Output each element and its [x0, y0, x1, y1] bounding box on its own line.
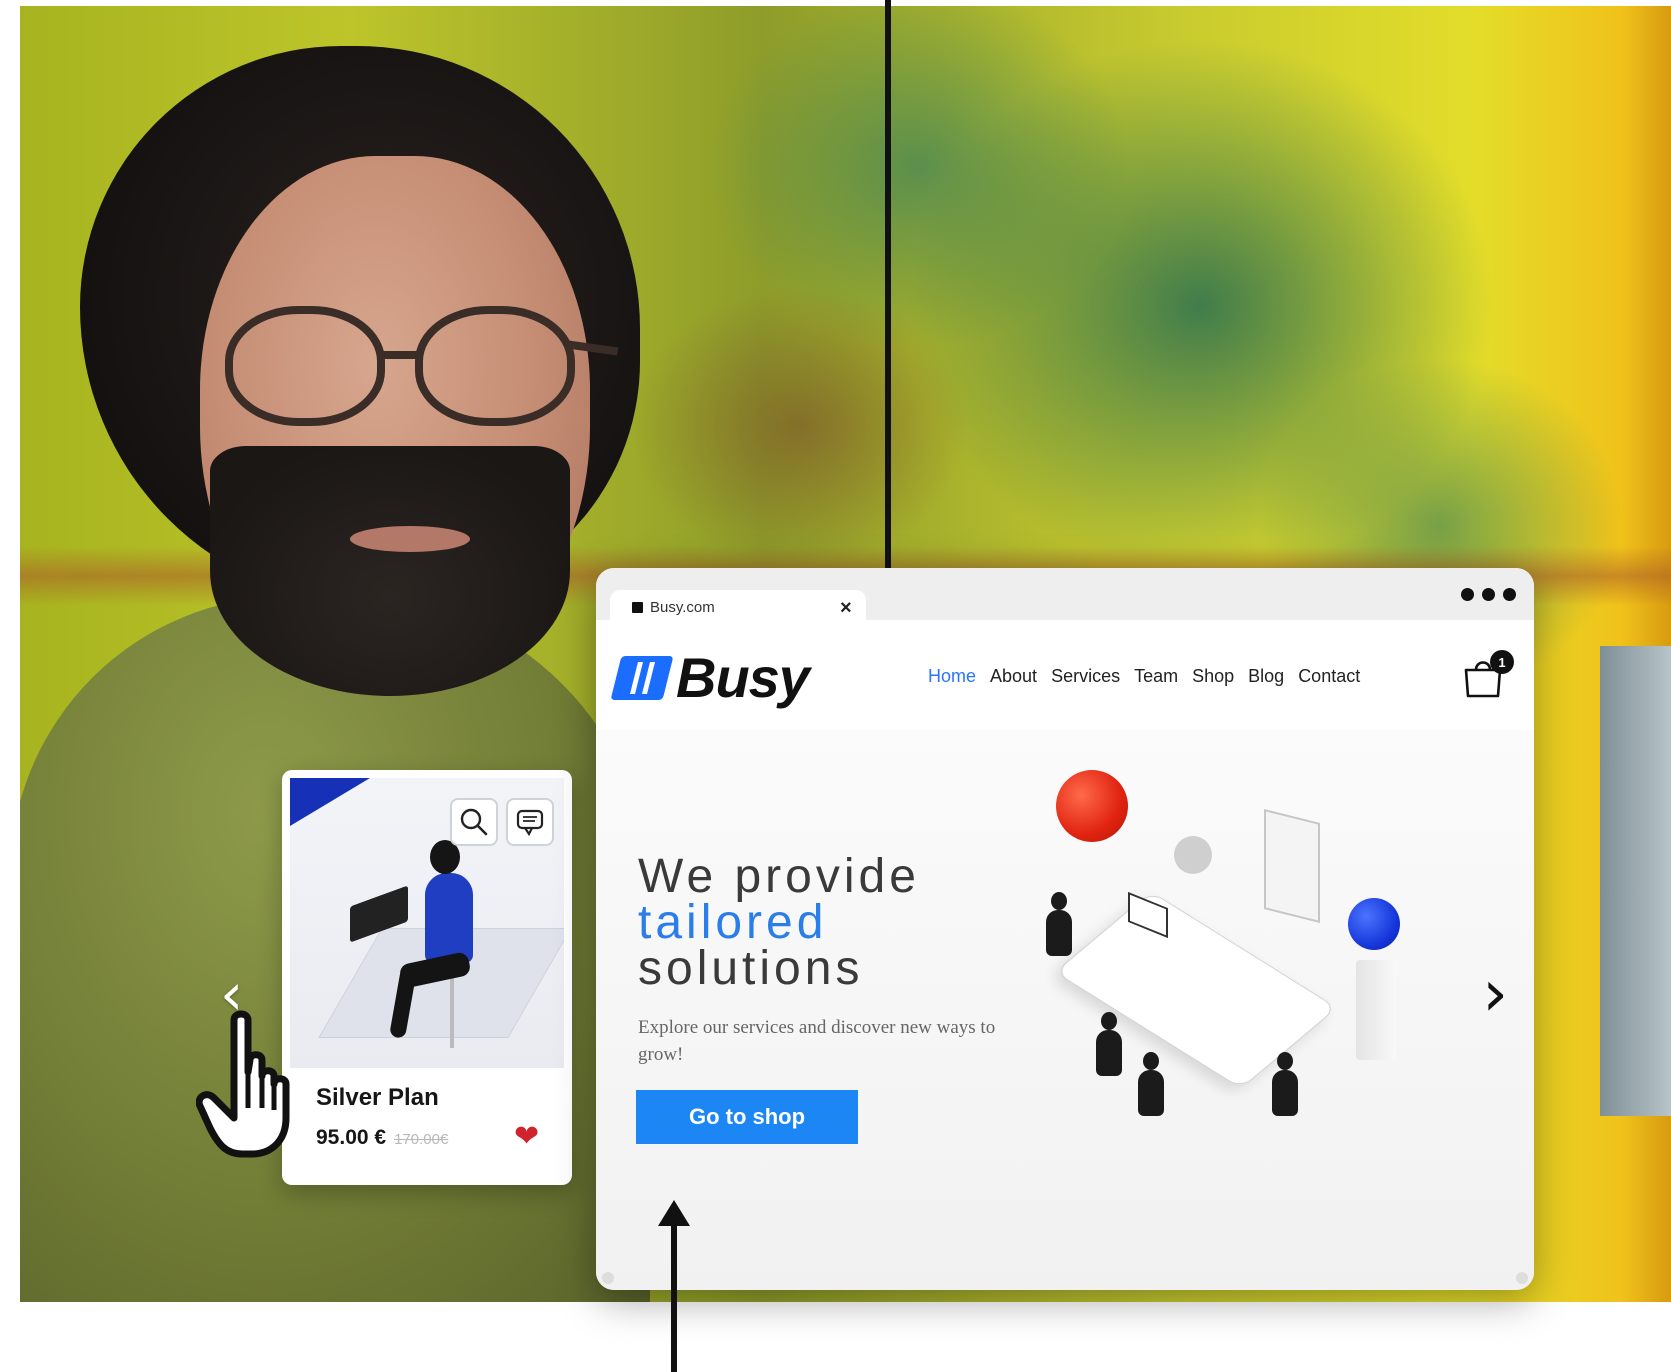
- glasses-bridge: [377, 351, 421, 359]
- main-nav: Home About Services Team Shop Blog Conta…: [928, 666, 1360, 687]
- product-title[interactable]: Silver Plan: [316, 1084, 439, 1112]
- illustration-worker: [1096, 1012, 1122, 1076]
- pointer-hand-icon: [196, 1010, 290, 1158]
- marketing-composite: Silver Plan 95.00 € 170.00€ ❤ ‹ Busy.com…: [0, 0, 1671, 1372]
- dot: [1482, 588, 1495, 601]
- quick-view-button[interactable]: [450, 798, 498, 846]
- nav-blog[interactable]: Blog: [1248, 666, 1284, 687]
- illustration-worker: [1046, 892, 1072, 956]
- nav-team[interactable]: Team: [1134, 666, 1178, 687]
- browser-window: Busy.com × Busy Home About Services Team…: [596, 568, 1534, 1290]
- illustration-shelf-panel: [1264, 809, 1320, 923]
- nav-home[interactable]: Home: [928, 666, 976, 687]
- illustration-person-body: [425, 873, 473, 963]
- product-old-price: 170.00€: [394, 1131, 449, 1148]
- chat-icon: [516, 809, 544, 837]
- illustration-worker: [1272, 1052, 1298, 1116]
- product-price: 95.00 €: [316, 1126, 387, 1149]
- close-icon[interactable]: ×: [840, 598, 852, 618]
- hero-section: We provide tailored solutions Explore ou…: [596, 730, 1534, 1290]
- nav-about[interactable]: About: [990, 666, 1037, 687]
- illustration-pillar: [1356, 960, 1396, 1060]
- illustration-blue-sphere: [1348, 898, 1400, 950]
- person-mouth: [350, 526, 470, 552]
- favicon-icon: [632, 601, 643, 613]
- site-header: Busy Home About Services Team Shop Blog …: [596, 620, 1534, 730]
- logo-text: Busy: [676, 646, 810, 709]
- compare-button[interactable]: [506, 798, 554, 846]
- tab-bar: Busy.com ×: [596, 568, 1534, 624]
- go-to-shop-button[interactable]: Go to shop: [636, 1090, 858, 1144]
- hero-subtitle: Explore our services and discover new wa…: [638, 1017, 996, 1065]
- glasses-lens-right: [415, 306, 575, 426]
- hero-title-line3: solutions: [638, 942, 864, 995]
- monitor-edge: [1600, 646, 1671, 1116]
- dot: [1461, 588, 1474, 601]
- tab-title: Busy.com: [650, 598, 715, 616]
- annotation-arrow-bottom-head: [658, 1200, 690, 1226]
- cart-button[interactable]: 1: [1460, 650, 1514, 704]
- nav-services[interactable]: Services: [1051, 666, 1120, 687]
- glasses-lens-left: [225, 306, 385, 426]
- scroll-corner-right: [1516, 1272, 1528, 1284]
- illustration-worker: [1138, 1052, 1164, 1116]
- more-options-icon[interactable]: [1461, 588, 1516, 601]
- hero-title-line1: We provide: [638, 850, 920, 903]
- person-beard: [210, 446, 570, 696]
- site-logo[interactable]: Busy: [610, 646, 810, 709]
- dot: [1503, 588, 1516, 601]
- scroll-corner-left: [602, 1272, 614, 1284]
- search-icon: [460, 808, 488, 836]
- heart-icon[interactable]: ❤: [514, 1122, 539, 1152]
- price-row: 95.00 € 170.00€: [316, 1126, 448, 1150]
- nav-contact[interactable]: Contact: [1298, 666, 1360, 687]
- logo-mark-icon: [610, 656, 674, 700]
- annotation-arrow-bottom: [671, 1225, 677, 1372]
- corner-flag: [290, 778, 370, 826]
- illustration-chair: [450, 978, 454, 1048]
- illustration-red-sphere: [1056, 770, 1128, 842]
- cart-count-badge: 1: [1490, 650, 1514, 674]
- nav-shop[interactable]: Shop: [1192, 666, 1234, 687]
- product-card[interactable]: Silver Plan 95.00 € 170.00€ ❤: [282, 770, 572, 1185]
- browser-tab[interactable]: Busy.com: [610, 590, 866, 624]
- hero-title: We provide tailored solutions: [638, 850, 920, 995]
- hero-title-line2: tailored: [638, 896, 828, 949]
- chevron-right-icon[interactable]: ›: [1482, 962, 1508, 1026]
- product-image: [290, 778, 564, 1068]
- illustration-grey-sphere: [1174, 836, 1212, 874]
